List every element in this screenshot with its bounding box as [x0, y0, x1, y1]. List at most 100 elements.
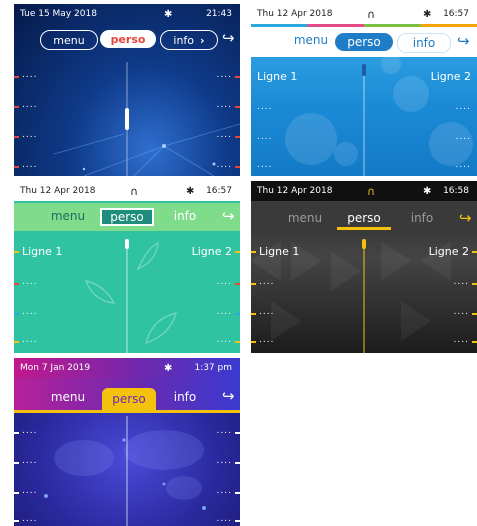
- call-forward-icon[interactable]: ↪: [459, 209, 472, 227]
- status-time: 16:57: [443, 9, 469, 19]
- line-key-right-4[interactable]: ....: [217, 514, 232, 524]
- key-marker: [235, 136, 240, 138]
- line-key-right-2[interactable]: ....: [217, 277, 232, 287]
- status-date: Thu 12 Apr 2018: [257, 186, 333, 196]
- line-label-2[interactable]: Ligne 2: [431, 70, 471, 83]
- tab-bar: menu perso info ↪: [251, 201, 477, 235]
- key-marker: [235, 283, 240, 285]
- key-marker: [235, 166, 240, 168]
- line-key-left-4[interactable]: ....: [259, 335, 274, 345]
- line-key-left-2[interactable]: ....: [257, 102, 272, 112]
- line-key-left-4[interactable]: ....: [257, 160, 272, 170]
- line-key-right-3[interactable]: ....: [217, 307, 232, 317]
- line-key-right-1[interactable]: ....: [217, 426, 232, 436]
- line-key-left-2[interactable]: ....: [22, 100, 37, 110]
- line-key-right-3[interactable]: ....: [217, 486, 232, 496]
- line-key-right-1[interactable]: ....: [217, 70, 232, 80]
- line-key-right-3[interactable]: ....: [217, 130, 232, 140]
- phone-screen-dark: Thu 12 Apr 2018 ∩ ✱ 16:58 menu perso inf…: [251, 181, 477, 353]
- line-key-right-3[interactable]: ....: [454, 307, 469, 317]
- key-marker: [235, 432, 240, 434]
- status-date: Thu 12 Apr 2018: [257, 9, 333, 19]
- line-key-left-4[interactable]: ....: [22, 514, 37, 524]
- key-marker: [14, 492, 19, 494]
- key-marker: [251, 283, 256, 285]
- line-key-left-2[interactable]: ....: [259, 277, 274, 287]
- tab-menu[interactable]: menu: [277, 209, 333, 227]
- line-key-left-1[interactable]: ....: [22, 426, 37, 436]
- line-key-right-4[interactable]: ....: [217, 335, 232, 345]
- line-key-left-4[interactable]: ....: [22, 335, 37, 345]
- phone-screen-purple: Mon 7 Jan 2019 ✱ 1:37 pm menu perso info…: [14, 358, 240, 526]
- key-marker: [235, 341, 240, 343]
- line-key-left-3[interactable]: ....: [22, 307, 37, 317]
- call-forward-icon[interactable]: ↪: [457, 32, 470, 50]
- line-key-left-4[interactable]: ....: [22, 160, 37, 170]
- key-marker: [472, 283, 477, 285]
- tab-menu[interactable]: menu: [40, 30, 98, 50]
- key-marker: [14, 166, 19, 168]
- line-key-right-2[interactable]: ....: [217, 456, 232, 466]
- tab-perso[interactable]: perso: [335, 33, 393, 51]
- key-marker: [472, 251, 477, 253]
- line-key-right-3[interactable]: ....: [456, 132, 471, 142]
- key-marker: [14, 520, 19, 522]
- key-marker: [235, 520, 240, 522]
- tab-info[interactable]: info: [397, 33, 451, 53]
- center-divider: [126, 239, 128, 353]
- bluetooth-icon: ✱: [423, 185, 432, 197]
- key-marker: [251, 341, 256, 343]
- scroll-indicator[interactable]: [125, 108, 129, 130]
- tab-info-label: info: [412, 36, 436, 50]
- tab-info[interactable]: info: [397, 209, 447, 227]
- key-marker: [235, 106, 240, 108]
- line-label-1[interactable]: Ligne 1: [257, 70, 297, 83]
- call-forward-icon[interactable]: ↪: [222, 29, 235, 47]
- line-key-left-3[interactable]: ....: [22, 486, 37, 496]
- line-key-right-2[interactable]: ....: [217, 100, 232, 110]
- key-marker: [14, 462, 19, 464]
- key-marker: [235, 76, 240, 78]
- headset-icon: ∩: [367, 184, 376, 198]
- scroll-indicator[interactable]: [362, 239, 366, 249]
- tab-perso[interactable]: perso: [337, 209, 391, 230]
- tab-info[interactable]: info ›: [160, 30, 218, 50]
- key-marker: [14, 251, 19, 253]
- line-key-right-2[interactable]: ....: [456, 102, 471, 112]
- tab-menu-label: menu: [287, 211, 323, 225]
- center-divider: [363, 64, 365, 176]
- line-key-left-3[interactable]: ....: [22, 130, 37, 140]
- tab-menu[interactable]: menu: [281, 31, 341, 49]
- line-key-right-4[interactable]: ....: [454, 335, 469, 345]
- line-key-left-2[interactable]: ....: [22, 277, 37, 287]
- scroll-indicator[interactable]: [362, 64, 366, 76]
- tab-perso-label: perso: [347, 211, 381, 225]
- tab-perso[interactable]: perso: [100, 30, 156, 48]
- key-marker: [14, 341, 19, 343]
- status-date: Tue 15 May 2018: [20, 9, 97, 19]
- tab-bar: menu perso info › ↪: [14, 26, 240, 52]
- line-label-2[interactable]: Ligne 2: [192, 245, 232, 258]
- line-key-left-3[interactable]: ....: [257, 132, 272, 142]
- line-key-left-3[interactable]: ....: [259, 307, 274, 317]
- key-marker: [14, 76, 19, 78]
- scroll-indicator[interactable]: [125, 239, 129, 249]
- status-bar: Thu 12 Apr 2018 ∩ ✱ 16:57: [251, 4, 477, 24]
- key-marker: [14, 283, 19, 285]
- line-label-1[interactable]: Ligne 1: [22, 245, 62, 258]
- line-label-2[interactable]: Ligne 2: [429, 245, 469, 258]
- line-key-right-4[interactable]: ....: [456, 160, 471, 170]
- center-divider: [126, 416, 128, 526]
- phone-screen-green: Thu 12 Apr 2018 ∩ ✱ 16:57 menu perso inf…: [14, 181, 240, 353]
- line-key-left-1[interactable]: ....: [22, 70, 37, 80]
- line-key-right-4[interactable]: ....: [217, 160, 232, 170]
- key-marker: [235, 492, 240, 494]
- line-key-left-2[interactable]: ....: [22, 456, 37, 466]
- key-marker: [472, 313, 477, 315]
- key-marker: [472, 341, 477, 343]
- tab-perso-label: perso: [110, 32, 146, 46]
- line-key-right-2[interactable]: ....: [454, 277, 469, 287]
- line-label-1[interactable]: Ligne 1: [259, 245, 299, 258]
- tab-perso-label: perso: [347, 35, 381, 49]
- status-bar: Thu 12 Apr 2018 ∩ ✱ 16:58: [251, 181, 477, 201]
